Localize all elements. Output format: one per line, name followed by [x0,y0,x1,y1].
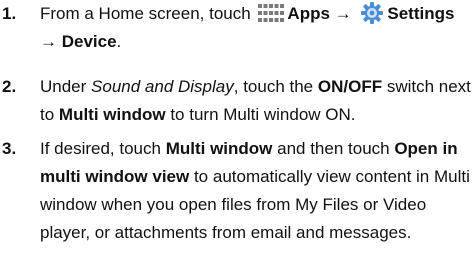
step-number: 3. [2,139,17,158]
step-number: 1. [2,4,17,23]
step-text: From a Home screen, touch Apps → Setting… [40,0,472,56]
instruction-steps: 1. From a Home screen, touch Apps → Sett… [0,0,474,276]
step-text: Under Sound and Display, touch the ON/OF… [40,77,471,124]
setting-name: Multi window [165,139,273,158]
section-name: Sound and Display [91,77,234,96]
step-number: 2. [2,77,17,96]
apps-label: Apps [287,4,330,23]
switch-name: ON/OFF [317,77,383,96]
arrow: → [329,4,357,23]
apps-grid-icon [258,3,285,22]
step-text: If desired, touch Multi window and then … [40,139,470,242]
settings-label: Settings [387,4,455,23]
settings-gear-icon [360,1,384,25]
device-label: → Device [40,32,117,51]
setting-name: Multi window [58,105,166,124]
